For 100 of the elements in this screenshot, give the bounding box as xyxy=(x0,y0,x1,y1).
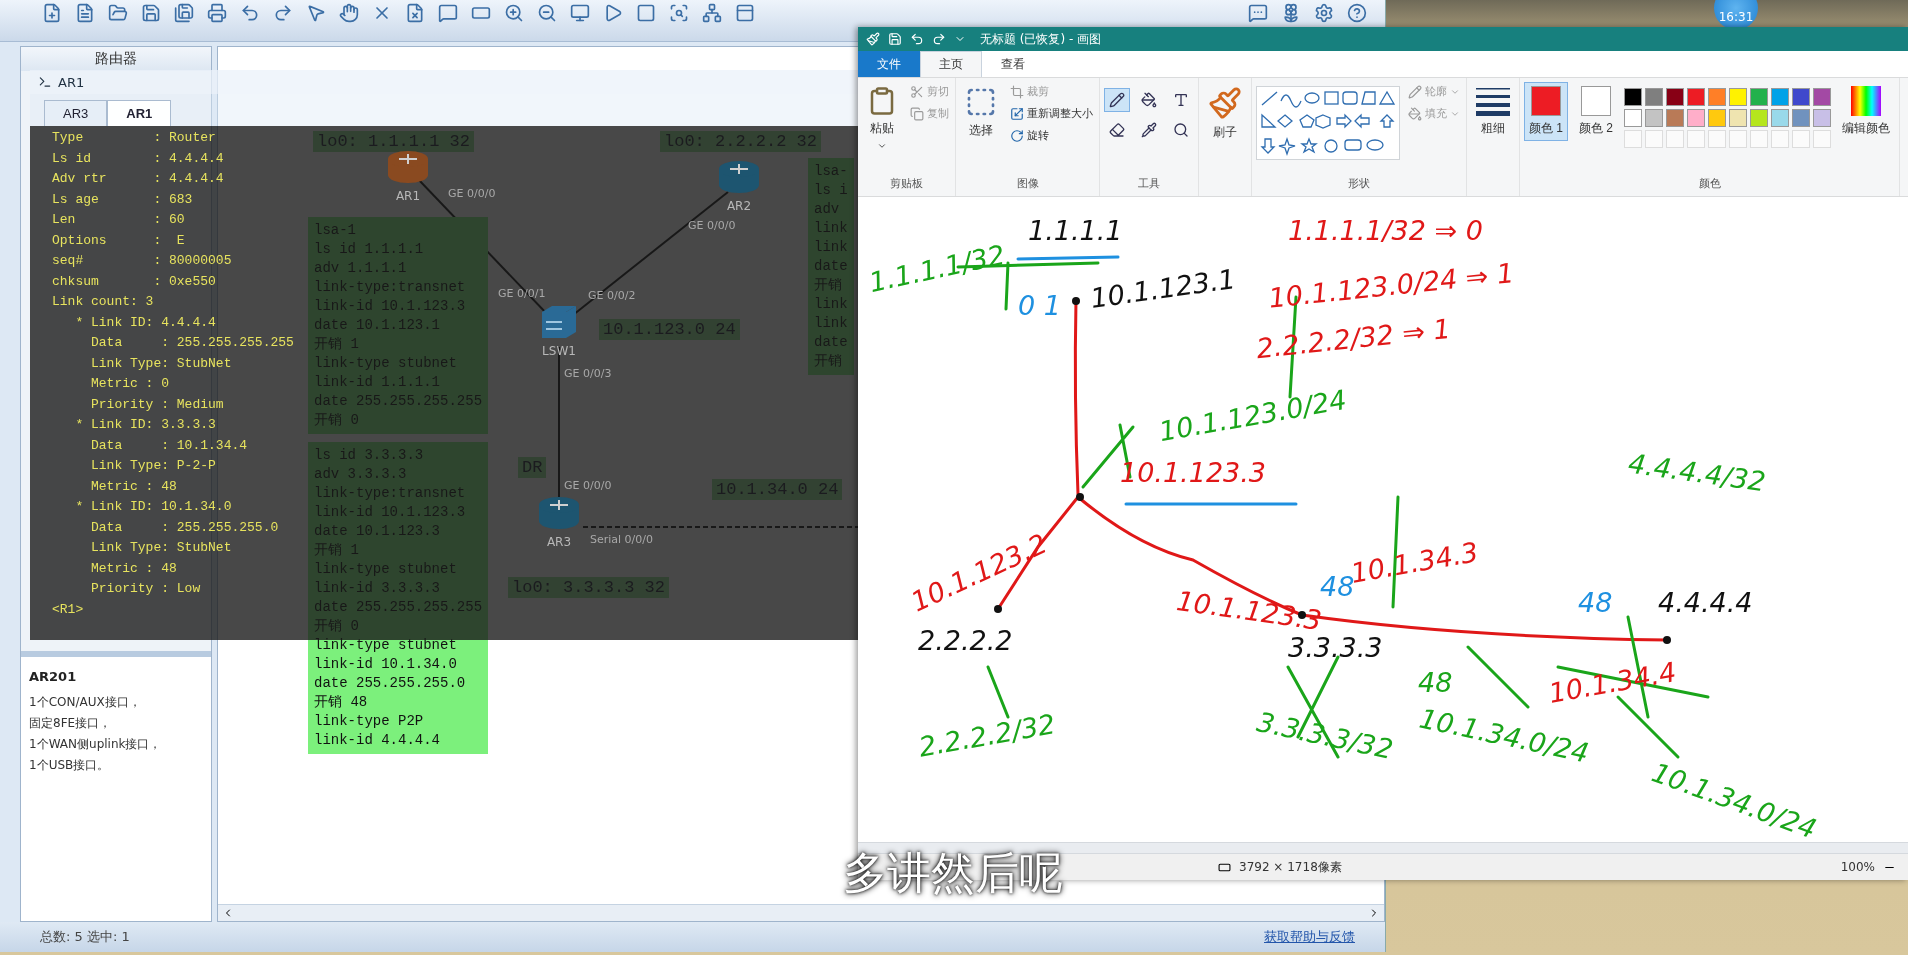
ribbon-tab[interactable]: 主页 xyxy=(920,51,982,77)
palette-color[interactable] xyxy=(1708,109,1727,127)
terminal-line: Priority : Low xyxy=(90,580,201,598)
rainbow-palette-icon xyxy=(1851,86,1882,116)
device-description: 1个CON/AUX接口， xyxy=(29,694,142,711)
redo-icon[interactable] xyxy=(932,32,946,46)
palette-color[interactable] xyxy=(1708,88,1727,106)
scissors-icon xyxy=(910,84,924,99)
handwritten-text: 48 xyxy=(1418,669,1453,696)
terminal-line: Data : 10.1.34.4 xyxy=(90,436,248,455)
resize-icon xyxy=(1010,106,1024,121)
terminal-line: Priority : Medium xyxy=(90,395,224,414)
handwritten-text: 4.4.4.4/32 xyxy=(1626,449,1768,496)
help-icon[interactable] xyxy=(1345,1,1369,25)
palette-color[interactable] xyxy=(1624,109,1643,127)
port-label: GE 0/0/0 xyxy=(564,479,612,492)
palette-color[interactable] xyxy=(1666,109,1685,127)
image-size: 3792 × 1718像素 xyxy=(1239,858,1342,876)
group-label: 图像 xyxy=(1016,176,1039,192)
palette-color[interactable] xyxy=(1813,88,1832,106)
secondary-color-button[interactable]: 颜色 2 xyxy=(1574,82,1619,141)
video-subtitle: 多讲然后呢 xyxy=(843,846,1063,900)
size-button[interactable]: 粗细 xyxy=(1471,82,1515,141)
select-button[interactable]: 选择 xyxy=(960,82,1002,143)
printer-icon[interactable] xyxy=(205,1,229,25)
palette-color[interactable] xyxy=(1792,109,1811,127)
resize-button[interactable]: 重新调整大小 xyxy=(1008,104,1095,123)
handwritten-text: 4.4.4.4 xyxy=(1658,589,1753,616)
network-icon[interactable] xyxy=(700,1,724,25)
palette-color[interactable] xyxy=(1624,88,1643,106)
rotate-icon xyxy=(1010,128,1024,143)
terminal-line: <R1> xyxy=(52,600,84,619)
pencil-icon[interactable] xyxy=(1104,88,1130,112)
handwritten-text: 1.1.1.1 xyxy=(1028,217,1123,244)
save-icon[interactable] xyxy=(888,32,902,46)
hand-icon[interactable] xyxy=(337,1,361,25)
handwritten-text: 48 xyxy=(1578,589,1613,616)
node-label: AR3 xyxy=(546,535,572,549)
terminal-line: Data : 255.255.255.255 xyxy=(90,334,294,352)
save-as-icon[interactable] xyxy=(172,1,196,25)
rotate-button[interactable]: 旋转 xyxy=(1008,126,1095,145)
terminal-tab[interactable]: AR1 xyxy=(107,100,172,126)
node-label: LSW1 xyxy=(542,344,576,358)
palette-color[interactable] xyxy=(1666,88,1685,106)
terminal-line: Type : Router xyxy=(52,129,216,147)
terminal-line: * Link ID: 3.3.3.3 xyxy=(74,416,216,434)
panel-title: 路由器 xyxy=(21,47,211,71)
terminal-line: Adv rtr : 4.4.4.4 xyxy=(52,170,224,188)
clock: 16:31 xyxy=(1714,0,1758,30)
handwritten-text: 10.1.123.0/24 ⇒ 1 xyxy=(1267,259,1516,312)
help-link[interactable]: 获取帮助与反馈 xyxy=(1264,928,1355,946)
terminal-line: Len : 60 xyxy=(52,211,185,229)
window-title: AR1 xyxy=(58,74,85,90)
palette-color[interactable] xyxy=(1645,88,1664,106)
terminal-line: Metric : 48 xyxy=(90,559,177,578)
palette-color[interactable] xyxy=(1729,88,1748,106)
group-label: 形状 xyxy=(1348,176,1370,192)
handwritten-text: 10.1.123.1 xyxy=(1088,264,1238,313)
device-description: 1个USB接口。 xyxy=(29,757,111,774)
terminal-tab[interactable]: AR3 xyxy=(44,100,108,126)
port-label: GE 0/0/0 xyxy=(688,219,736,232)
terminal-line: Data : 255.255.255.0 xyxy=(90,518,279,537)
handwritten-text: 3.3.3.3 xyxy=(1288,634,1383,661)
palette-color[interactable] xyxy=(1813,109,1832,127)
horizontal-scrollbar[interactable] xyxy=(218,904,1384,921)
palette-color[interactable] xyxy=(1792,88,1811,106)
note-line: link-id 10.1.34.0 xyxy=(314,655,458,674)
palette-color[interactable] xyxy=(1687,88,1706,106)
palette-color[interactable] xyxy=(1750,88,1769,106)
terminal-line: Metric : 48 xyxy=(90,477,177,496)
file-menu-tab[interactable]: 文件 xyxy=(858,51,920,77)
copy-icon xyxy=(910,106,924,121)
undo-icon[interactable] xyxy=(910,32,924,46)
palette-color[interactable] xyxy=(1729,109,1748,127)
paste-button[interactable]: 粘贴 xyxy=(862,82,902,155)
palette-color[interactable] xyxy=(1645,109,1664,127)
shapes-gallery-icon[interactable] xyxy=(1256,86,1400,160)
terminal-icon xyxy=(38,75,52,89)
edit-colors-button[interactable]: 编辑颜色 xyxy=(1837,82,1896,141)
palette-color[interactable] xyxy=(1750,109,1769,127)
note-line: 开销 48 xyxy=(314,693,369,712)
line-weights-icon xyxy=(1476,86,1510,116)
group-label: 颜色 xyxy=(1698,176,1721,192)
handwritten-text: 0 1 xyxy=(1018,292,1061,319)
brushes-button[interactable]: 刷子 xyxy=(1203,82,1247,145)
port-label: GE 0/0/1 xyxy=(498,287,546,300)
caret-icon xyxy=(877,141,887,151)
app-icon xyxy=(866,32,880,46)
primary-color-button[interactable]: 颜色 1 xyxy=(1524,82,1568,141)
palette-color[interactable] xyxy=(1771,88,1790,106)
zoom-level: 100% xyxy=(1840,860,1875,874)
palette-color[interactable] xyxy=(1771,109,1790,127)
handwritten-text: 1.1.1.1/32 ⇒ 0 xyxy=(1288,217,1483,244)
device-description: 固定8FE接口， xyxy=(29,715,113,732)
device-name: AR201 xyxy=(29,669,78,684)
window-title: 无标题 (已恢复) - 画图 xyxy=(980,30,1102,48)
device-description: 1个WAN侧uplink接口， xyxy=(29,736,163,753)
note-line: link-id 4.4.4.4 xyxy=(314,731,442,750)
terminal-line: Options : E xyxy=(52,231,185,250)
palette-color[interactable] xyxy=(1687,109,1706,127)
